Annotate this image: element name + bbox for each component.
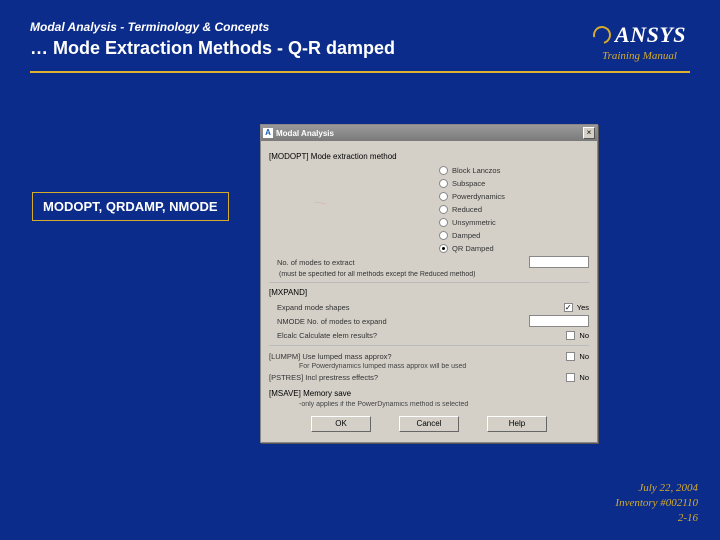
footer-date: July 22, 2004 bbox=[615, 481, 698, 496]
lump-checkbox[interactable] bbox=[566, 352, 575, 361]
radio-unsymmetric[interactable]: Unsymmetric bbox=[439, 216, 589, 229]
help-button[interactable]: Help bbox=[487, 416, 547, 432]
nmodes-input[interactable] bbox=[529, 256, 589, 268]
radio-powerdynamics[interactable]: Powerdynamics bbox=[439, 190, 589, 203]
nmodes-label: No. of modes to extract bbox=[269, 258, 529, 267]
radio-qr-damped[interactable]: QR Damped bbox=[439, 242, 589, 255]
elcalc-label: Elcalc Calculate elem results? bbox=[269, 331, 566, 340]
dialog-titlebar[interactable]: A Modal Analysis × bbox=[261, 125, 597, 141]
radio-subspace[interactable]: Subspace bbox=[439, 177, 589, 190]
lump-label: [LUMPM] Use lumped mass approx? bbox=[269, 352, 566, 361]
header-divider bbox=[30, 71, 690, 73]
brand-sub: Training Manual bbox=[593, 50, 686, 62]
pstres-label: [PSTRES] Incl prestress effects? bbox=[269, 373, 566, 382]
lump-opt: No bbox=[579, 352, 589, 361]
pstres-opt: No bbox=[579, 373, 589, 382]
ok-button[interactable]: OK bbox=[311, 416, 371, 432]
expand-label: Expand mode shapes bbox=[269, 303, 564, 312]
app-icon: A bbox=[263, 128, 273, 138]
footer-page: 2-16 bbox=[615, 511, 698, 526]
dialog-title: Modal Analysis bbox=[276, 129, 583, 138]
brand-text: ANSYS bbox=[615, 22, 686, 48]
radio-reduced[interactable]: Reduced bbox=[439, 203, 589, 216]
slide-header: Modal Analysis - Terminology & Concepts … bbox=[0, 0, 720, 65]
group-save-label: [MSAVE] Memory save bbox=[269, 389, 589, 398]
nmode-expand-input[interactable] bbox=[529, 315, 589, 327]
nmode-expand-label: NMODE No. of modes to expand bbox=[269, 317, 529, 326]
slide-footer: July 22, 2004 Inventory #002110 2-16 bbox=[615, 481, 698, 526]
radio-group-method: Block Lanczos Subspace Powerdynamics Red… bbox=[439, 164, 589, 255]
elcalc-opt: No bbox=[579, 331, 589, 340]
brand-logo: ANSYS Training Manual bbox=[593, 22, 686, 62]
callout-box: MODOPT, QRDAMP, NMODE bbox=[32, 192, 229, 221]
modal-analysis-dialog: A Modal Analysis × [MODOPT] Mode extract… bbox=[260, 124, 598, 443]
header-title: … Mode Extraction Methods - Q-R damped bbox=[30, 38, 690, 59]
lump-note: For Powerdynamics lumped mass approx wil… bbox=[269, 363, 589, 370]
radio-damped[interactable]: Damped bbox=[439, 229, 589, 242]
save-note: -only applies if the PowerDynamics metho… bbox=[269, 401, 589, 408]
swoosh-icon bbox=[590, 23, 615, 48]
elcalc-checkbox[interactable] bbox=[566, 331, 575, 340]
expand-checkbox[interactable]: ✓ bbox=[564, 303, 573, 312]
pstres-checkbox[interactable] bbox=[566, 373, 575, 382]
dialog-body: [MODOPT] Mode extraction method Block La… bbox=[261, 141, 597, 442]
callout-text: MODOPT, QRDAMP, NMODE bbox=[43, 199, 218, 214]
expand-opt: Yes bbox=[577, 303, 589, 312]
group-method-label: [MODOPT] Mode extraction method bbox=[269, 152, 589, 161]
close-button[interactable]: × bbox=[583, 127, 595, 139]
header-topline: Modal Analysis - Terminology & Concepts bbox=[30, 20, 690, 34]
button-bar: OK Cancel Help bbox=[269, 408, 589, 434]
footer-inventory: Inventory #002110 bbox=[615, 496, 698, 511]
nmodes-note: (must be specified for all methods excep… bbox=[269, 271, 589, 278]
cancel-button[interactable]: Cancel bbox=[399, 416, 459, 432]
radio-block-lanczos[interactable]: Block Lanczos bbox=[439, 164, 589, 177]
group-expand-label: [MXPAND] bbox=[269, 288, 589, 297]
